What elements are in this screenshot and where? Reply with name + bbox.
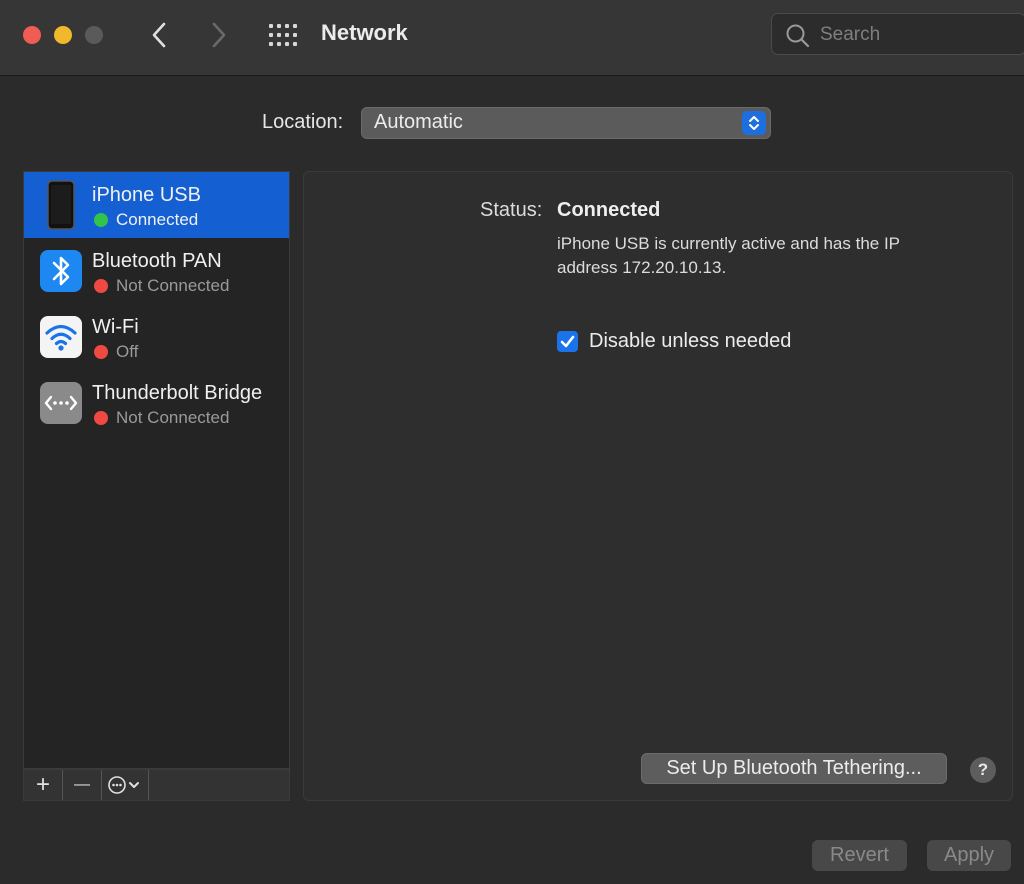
service-status: Not Connected	[116, 276, 230, 295]
search-icon	[786, 24, 810, 48]
remove-service-button[interactable]: —	[63, 770, 102, 800]
service-status: Off	[116, 342, 139, 361]
checkmark-icon	[560, 335, 575, 348]
thunderbolt-bridge-icon	[40, 382, 82, 424]
show-all-grid-button[interactable]	[268, 22, 298, 48]
chevron-left-icon	[152, 22, 166, 48]
apply-button[interactable]: Apply	[927, 840, 1011, 871]
status-dot	[94, 279, 108, 293]
service-name: Wi-Fi	[92, 316, 139, 338]
revert-button[interactable]: Revert	[812, 840, 907, 871]
status-value: Connected	[557, 199, 661, 221]
service-list-toolbar: + —	[23, 769, 290, 801]
minimize-window-button[interactable]	[54, 26, 72, 44]
service-name: Bluetooth PAN	[92, 250, 222, 272]
service-item-thunderbolt-bridge[interactable]: Thunderbolt Bridge Not Connected	[24, 370, 289, 436]
bluetooth-icon	[40, 250, 82, 292]
location-label: Location:	[262, 111, 344, 133]
status-dot	[94, 213, 108, 227]
service-list: iPhone USB Connected Bluetooth PAN Not C…	[23, 171, 290, 769]
service-item-wi-fi[interactable]: Wi-Fi Off	[24, 304, 289, 370]
grid-icon	[269, 24, 297, 46]
zoom-window-button[interactable]	[85, 26, 103, 44]
minus-icon: —	[74, 776, 90, 793]
back-button[interactable]	[143, 18, 177, 52]
service-item-bluetooth-pan[interactable]: Bluetooth PAN Not Connected	[24, 238, 289, 304]
window-title: Network	[321, 20, 408, 45]
iphone-icon	[40, 180, 82, 230]
updown-chevron-icon	[742, 111, 766, 135]
disable-unless-needed-checkbox[interactable]	[557, 331, 578, 352]
service-actions-button[interactable]	[102, 770, 149, 800]
status-dot	[94, 411, 108, 425]
search-field[interactable]	[771, 13, 1024, 55]
chevron-right-icon	[212, 22, 226, 48]
plus-icon: +	[35, 771, 50, 798]
wifi-icon	[40, 316, 82, 358]
service-status: Not Connected	[116, 408, 230, 427]
service-status: Connected	[116, 210, 199, 229]
help-button[interactable]: ?	[970, 757, 996, 783]
checkbox-label[interactable]: Disable unless needed	[589, 330, 791, 353]
status-dot	[94, 345, 108, 359]
add-service-button[interactable]: +	[24, 770, 63, 800]
service-name: iPhone USB	[92, 184, 201, 206]
status-label: Status:	[480, 199, 543, 221]
service-name: Thunderbolt Bridge	[92, 382, 263, 404]
bluetooth-tethering-button[interactable]: Set Up Bluetooth Tethering...	[641, 753, 947, 784]
close-window-button[interactable]	[23, 26, 41, 44]
ellipsis-circle-icon	[108, 776, 139, 794]
location-dropdown[interactable]: Automatic	[361, 107, 771, 139]
title-bar: Network	[0, 0, 1024, 76]
forward-button[interactable]	[201, 18, 235, 52]
status-description: iPhone USB is currently active and has t…	[557, 234, 900, 277]
search-input[interactable]	[818, 20, 1012, 50]
location-value: Automatic	[374, 111, 463, 133]
service-item-iphone-usb[interactable]: iPhone USB Connected	[24, 172, 289, 238]
